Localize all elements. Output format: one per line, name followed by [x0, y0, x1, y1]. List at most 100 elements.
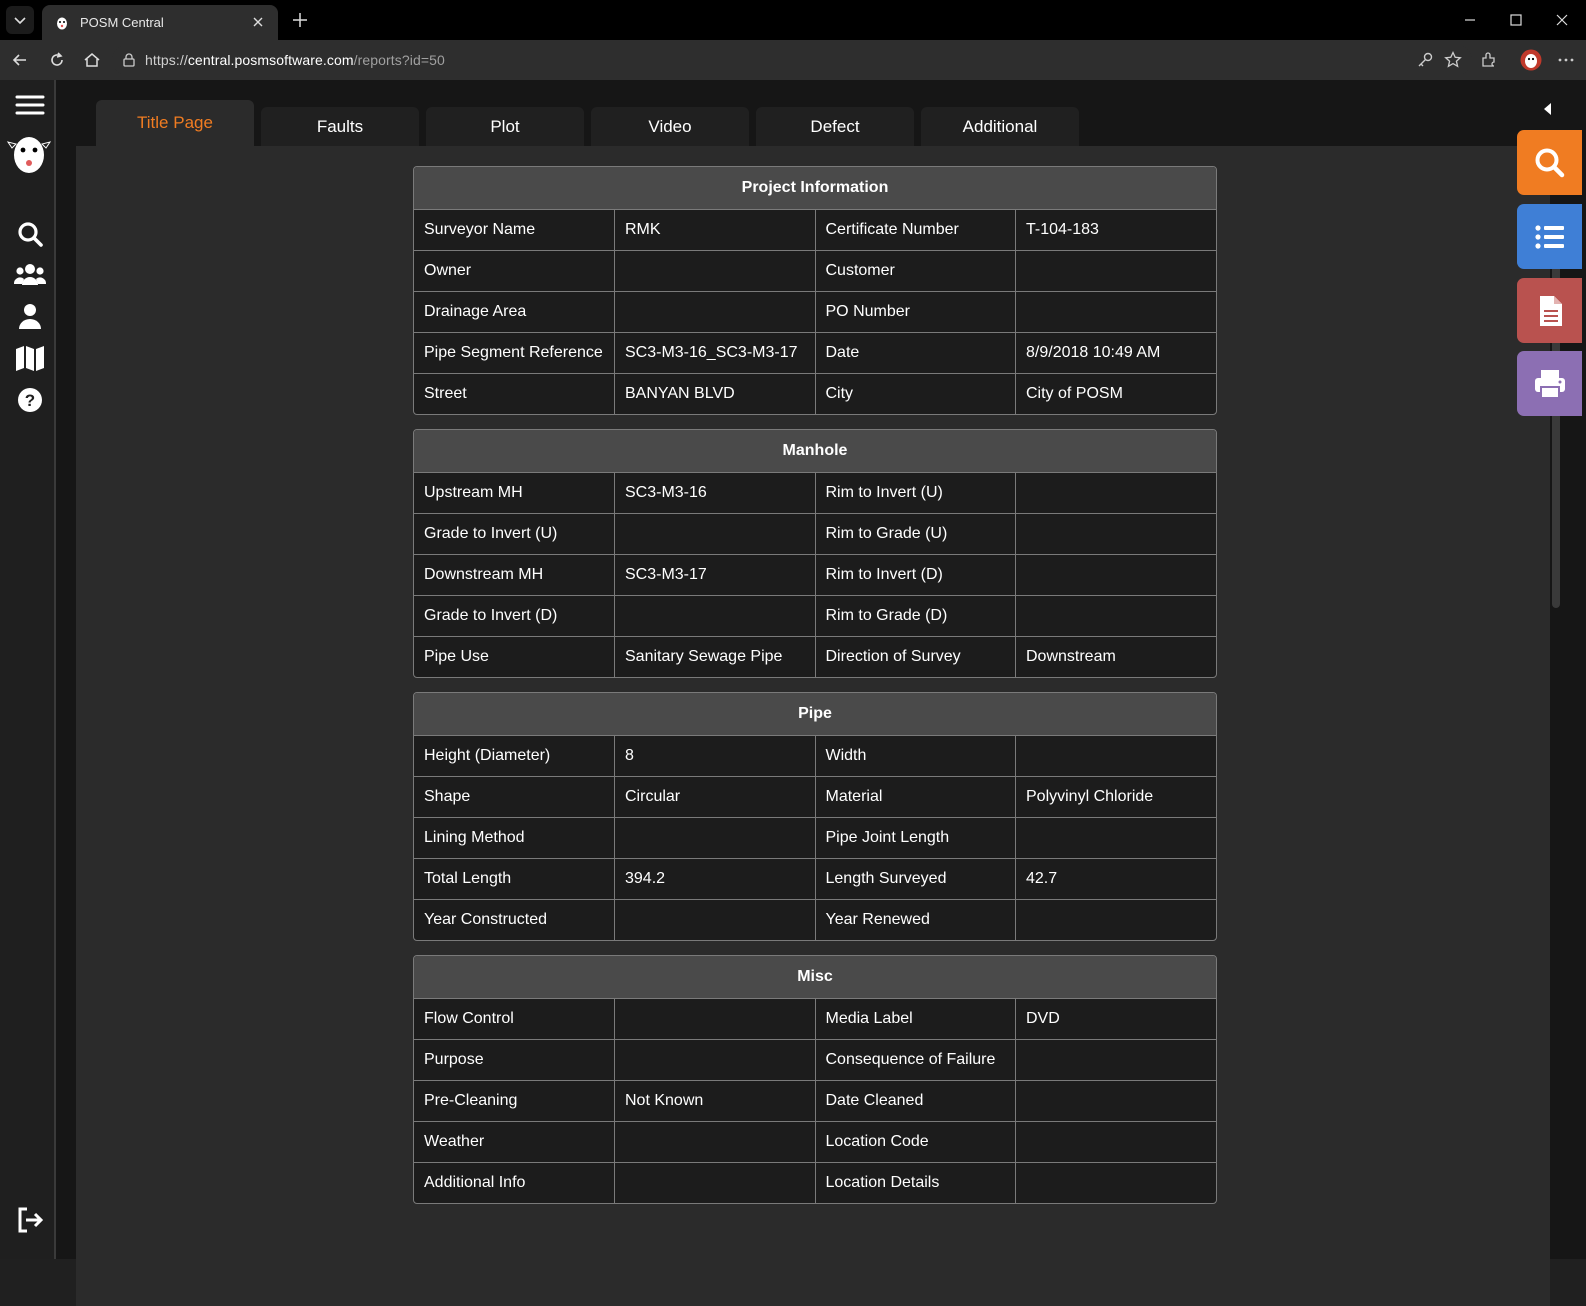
menu-icon[interactable]: [13, 88, 47, 122]
search-icon: [1535, 148, 1564, 177]
field-value: [614, 291, 816, 333]
field-value: T-104-183: [1015, 209, 1216, 251]
field-label: Upstream MH: [414, 472, 615, 514]
extensions-icon[interactable]: [1479, 50, 1499, 70]
minimize-icon[interactable]: [1460, 10, 1480, 30]
table-row: Height (Diameter) 8 Width: [414, 735, 1216, 777]
tab-additional[interactable]: Additional: [921, 107, 1079, 146]
field-label: Material: [814, 776, 1016, 818]
address-bar: https://central.posmsoftware.com/reports…: [0, 40, 1586, 80]
field-label: Flow Control: [414, 998, 615, 1040]
table-row: Grade to Invert (D) Rim to Grade (D): [414, 595, 1216, 637]
field-label: Media Label: [814, 998, 1016, 1040]
url-text[interactable]: https://central.posmsoftware.com/reports…: [145, 52, 445, 68]
lock-icon[interactable]: [121, 52, 137, 68]
user-icon[interactable]: [13, 300, 47, 334]
field-value: [614, 250, 816, 292]
search-icon[interactable]: [13, 217, 47, 251]
tab-video[interactable]: Video: [591, 107, 749, 146]
more-options-icon[interactable]: [1556, 50, 1576, 70]
field-value: Circular: [614, 776, 816, 818]
table-row: Pipe Segment Reference SC3-M3-16_SC3-M3-…: [414, 332, 1216, 374]
table-row: Grade to Invert (U) Rim to Grade (U): [414, 513, 1216, 555]
table-row: Downstream MH SC3-M3-17 Rim to Invert (D…: [414, 554, 1216, 596]
profile-avatar[interactable]: [1520, 49, 1542, 71]
print-button[interactable]: [1517, 351, 1582, 416]
field-label: Grade to Invert (U): [414, 513, 615, 555]
field-value: [1015, 291, 1216, 333]
back-icon[interactable]: [10, 50, 30, 70]
tab-title-page[interactable]: Title Page: [96, 100, 254, 146]
field-label: Rim to Invert (U): [814, 472, 1016, 514]
field-value: Sanitary Sewage Pipe: [614, 636, 816, 677]
project-information-section: Project Information Surveyor Name RMK Ce…: [413, 166, 1217, 415]
field-value: BANYAN BLVD: [614, 373, 816, 414]
field-label: PO Number: [814, 291, 1016, 333]
field-value: SC3-M3-17: [614, 554, 816, 596]
field-label: Location Details: [814, 1162, 1016, 1203]
field-value: [614, 595, 816, 637]
tab-defect[interactable]: Defect: [756, 107, 914, 146]
field-value: RMK: [614, 209, 816, 251]
field-label: Certificate Number: [814, 209, 1016, 251]
logout-icon[interactable]: [13, 1203, 47, 1237]
close-tab-icon[interactable]: [250, 14, 266, 30]
field-value: DVD: [1015, 998, 1216, 1040]
key-icon[interactable]: [1415, 50, 1435, 70]
field-label: Surveyor Name: [414, 209, 615, 251]
field-value: [1015, 554, 1216, 596]
field-label: Street: [414, 373, 615, 414]
table-row: Owner Customer: [414, 250, 1216, 292]
table-row: Additional Info Location Details: [414, 1162, 1216, 1203]
manhole-section: Manhole Upstream MH SC3-M3-16 Rim to Inv…: [413, 429, 1217, 678]
table-row: Surveyor Name RMK Certificate Number T-1…: [414, 209, 1216, 251]
map-icon[interactable]: [13, 341, 47, 375]
left-sidebar: ?: [0, 80, 56, 1259]
pipe-section: Pipe Height (Diameter) 8 Width Shape Cir…: [413, 692, 1217, 941]
maximize-icon[interactable]: [1506, 10, 1526, 30]
section-title: Pipe: [414, 693, 1216, 736]
help-icon[interactable]: ?: [13, 383, 47, 417]
tab-faults[interactable]: Faults: [261, 107, 419, 146]
search-button[interactable]: [1517, 130, 1582, 195]
field-label: Year Renewed: [814, 899, 1016, 940]
field-value: [1015, 1121, 1216, 1163]
browser-tab[interactable]: POSM Central: [42, 5, 278, 40]
field-label: Rim to Grade (U): [814, 513, 1016, 555]
field-label: Weather: [414, 1121, 615, 1163]
field-value: 8/9/2018 10:49 AM: [1015, 332, 1216, 374]
field-value: [1015, 250, 1216, 292]
field-value: [614, 817, 816, 859]
field-value: SC3-M3-16: [614, 472, 816, 514]
field-value: City of POSM: [1015, 373, 1216, 414]
field-label: Year Constructed: [414, 899, 615, 940]
field-label: City: [814, 373, 1016, 414]
reload-icon[interactable]: [47, 50, 67, 70]
table-row: Total Length 394.2 Length Surveyed 42.7: [414, 858, 1216, 900]
close-window-icon[interactable]: [1552, 10, 1572, 30]
posm-logo[interactable]: [6, 130, 52, 176]
field-value: 8: [614, 735, 816, 777]
users-icon[interactable]: [13, 258, 47, 292]
tab-list-button[interactable]: [6, 6, 34, 34]
field-label: Length Surveyed: [814, 858, 1016, 900]
table-row: Flow Control Media Label DVD: [414, 998, 1216, 1040]
field-label: Total Length: [414, 858, 615, 900]
collapse-panel-icon[interactable]: [1538, 100, 1556, 118]
field-value: 42.7: [1015, 858, 1216, 900]
field-value: [1015, 899, 1216, 940]
field-value: [1015, 817, 1216, 859]
browser-tab-title: POSM Central: [80, 15, 164, 30]
section-title: Project Information: [414, 167, 1216, 210]
favorite-star-icon[interactable]: [1443, 50, 1463, 70]
document-button[interactable]: [1517, 278, 1582, 343]
tab-plot[interactable]: Plot: [426, 107, 584, 146]
field-label: Rim to Invert (D): [814, 554, 1016, 596]
posm-favicon-icon: [57, 17, 67, 29]
list-button[interactable]: [1517, 204, 1582, 269]
field-label: Height (Diameter): [414, 735, 615, 777]
home-icon[interactable]: [82, 50, 102, 70]
svg-text:?: ?: [25, 391, 35, 410]
new-tab-icon[interactable]: [290, 10, 310, 30]
field-value: [614, 513, 816, 555]
